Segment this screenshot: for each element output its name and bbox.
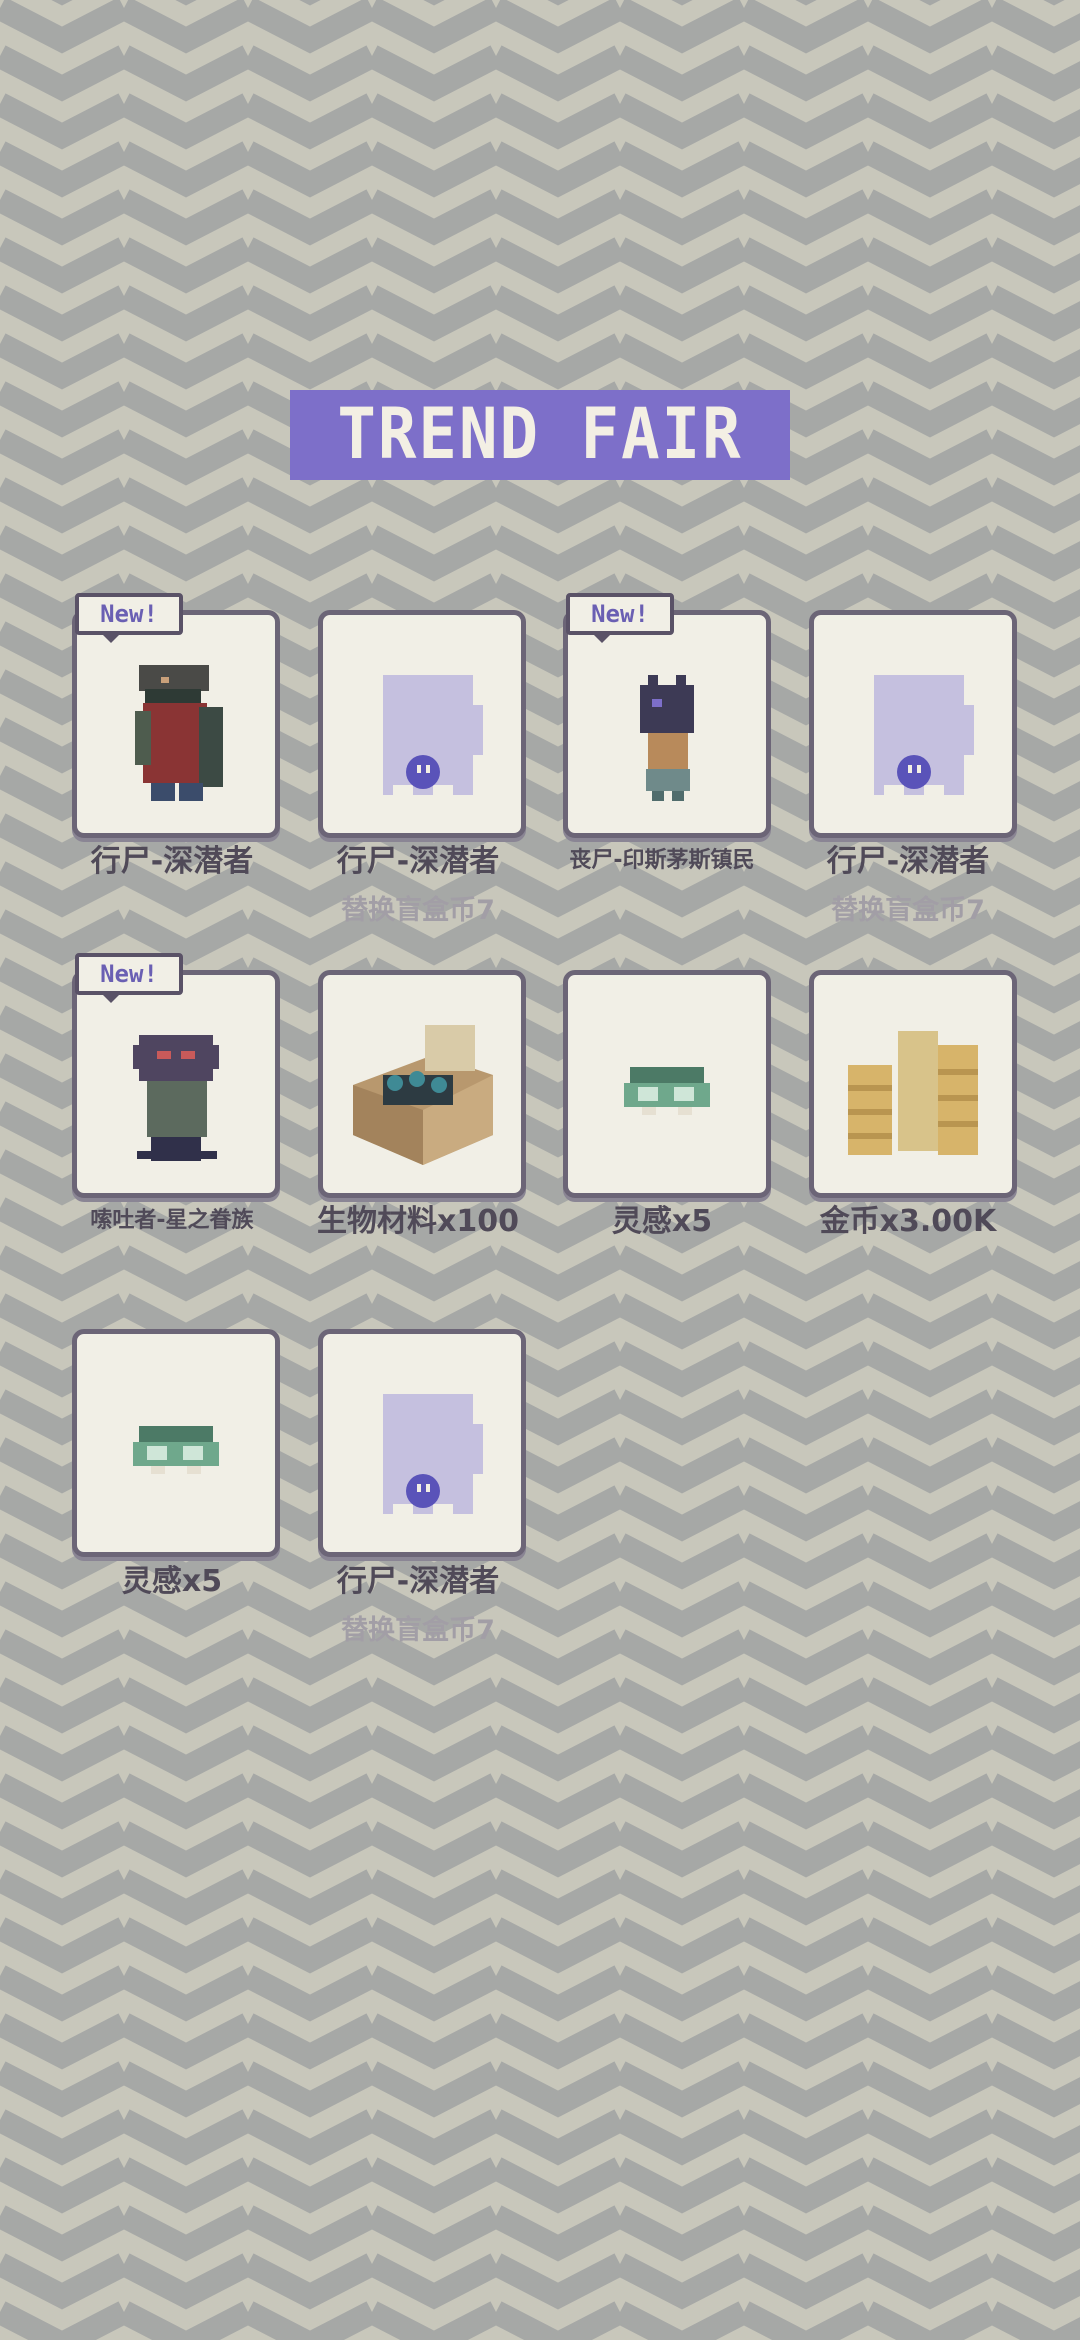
item-label: 行尸-深潜者 [90,844,254,879]
item-label: 行尸-深潜者 [826,844,990,879]
new-badge: New! [75,593,183,643]
ghost-icon [874,675,974,795]
item-label: 金币x3.00K [819,1204,997,1239]
item-card[interactable] [318,970,526,1198]
item-label: 行尸-深潜者 [336,844,500,879]
item-card[interactable]: New! [72,593,280,838]
item-label: 嗦吐者-星之眷族 [90,1208,254,1233]
ghost-icon [383,675,483,795]
item-sublabel: 替换盲盒币7 [831,895,985,926]
item-label: 行尸-深潜者 [336,1564,500,1599]
item-sublabel: 替换盲盒币7 [341,895,495,926]
material-box-icon [353,1025,493,1165]
brain-icon [133,1426,219,1474]
ghost-icon [383,1394,483,1514]
item-card[interactable] [563,970,771,1198]
item-label: 灵感x5 [121,1564,223,1599]
page-title: TREND FAIR [337,394,743,476]
gold-coins-icon [848,1031,978,1155]
zombie-diver-icon [135,665,223,801]
item-label: 丧尸-印斯茅斯镇民 [569,848,755,873]
item-card[interactable] [318,1329,526,1557]
item-card[interactable] [318,610,526,838]
item-card[interactable] [72,1329,280,1557]
item-label: 生物材料x100 [317,1204,519,1239]
new-badge: New! [75,953,183,1003]
star-spawn-icon [133,1035,219,1161]
item-sublabel: 替换盲盒币7 [341,1615,495,1646]
new-badge: New! [566,593,674,643]
item-card[interactable]: New! [563,593,771,838]
zombie-innsmouth-icon [640,675,694,801]
item-card[interactable]: New! [72,953,280,1198]
trend-fair-banner: TREND FAIR [290,390,790,480]
item-card[interactable] [809,610,1017,838]
item-card[interactable] [809,970,1017,1198]
brain-icon [624,1067,710,1115]
item-label: 灵感x5 [611,1204,713,1239]
